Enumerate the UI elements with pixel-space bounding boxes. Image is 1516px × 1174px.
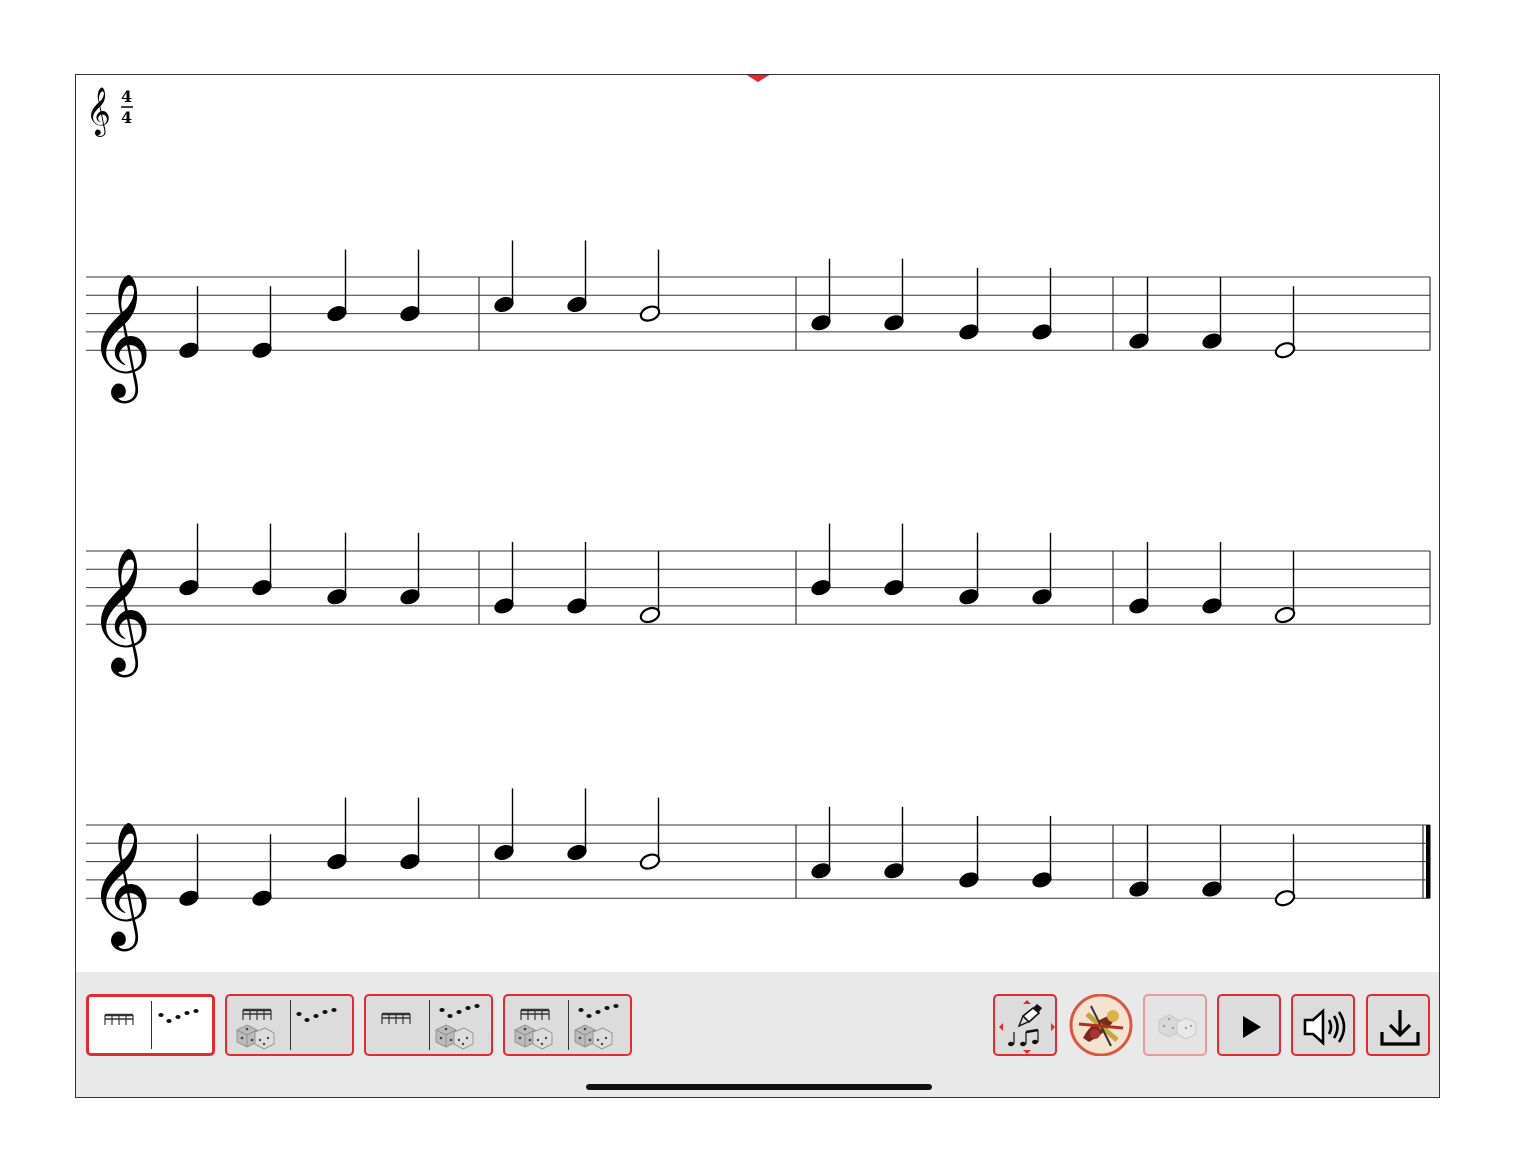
download-button[interactable] — [1366, 994, 1430, 1056]
note[interactable] — [398, 797, 422, 872]
note[interactable] — [957, 532, 981, 607]
instruments-icon — [1069, 994, 1133, 1056]
note[interactable] — [325, 797, 349, 872]
staff-system: 𝄞 — [86, 788, 1431, 951]
note[interactable] — [639, 249, 661, 324]
play-button[interactable] — [1217, 994, 1281, 1056]
note[interactable] — [325, 532, 349, 607]
dice-button[interactable] — [1143, 994, 1207, 1056]
mode-divider — [150, 1001, 152, 1049]
note[interactable] — [1030, 815, 1054, 890]
mode-random-rhythm-button[interactable] — [225, 994, 354, 1056]
compose-button[interactable] — [993, 994, 1057, 1056]
treble-clef-icon: 𝄞 — [88, 547, 152, 677]
treble-clef-icon: 𝄞 — [88, 273, 152, 403]
note[interactable] — [565, 541, 589, 616]
mode-divider — [567, 1000, 569, 1050]
pen-notes-icon — [999, 1000, 1055, 1054]
time-signature-bottom: 4 — [121, 108, 132, 127]
note[interactable] — [957, 267, 981, 342]
note[interactable] — [809, 258, 833, 333]
note[interactable] — [639, 797, 661, 872]
mode-icon — [236, 1008, 337, 1050]
final-barline-thick — [1426, 825, 1431, 899]
mode-random-both-button[interactable] — [503, 994, 632, 1056]
note[interactable] — [492, 788, 516, 862]
header: 𝄞 4 4 — [86, 86, 133, 137]
download-icon — [1380, 1010, 1420, 1046]
mode-icon — [381, 1004, 480, 1050]
instrument-button[interactable] — [1069, 994, 1133, 1056]
mode-random-melody-button[interactable] — [364, 994, 493, 1056]
mode-icon — [104, 1009, 199, 1025]
note[interactable] — [1127, 277, 1151, 351]
note[interactable] — [177, 523, 201, 598]
speaker-icon — [1303, 1008, 1346, 1046]
note[interactable] — [957, 815, 981, 890]
note[interactable] — [1200, 541, 1224, 616]
note[interactable] — [1030, 267, 1054, 342]
note[interactable] — [1274, 834, 1296, 908]
note[interactable] — [398, 532, 422, 607]
app-frame: 𝄞 4 4 𝄞 𝄞 𝄞 — [75, 74, 1440, 1098]
time-signature-top: 4 — [121, 87, 132, 106]
dice-icon — [1158, 1014, 1197, 1040]
note[interactable] — [1200, 825, 1224, 899]
note[interactable] — [250, 834, 274, 908]
note[interactable] — [565, 788, 589, 862]
note[interactable] — [809, 806, 833, 881]
treble-clef-icon: 𝄞 — [86, 86, 111, 137]
staff-systems: 𝄞 𝄞 𝄞 — [86, 240, 1431, 951]
note[interactable] — [882, 258, 906, 333]
note[interactable] — [325, 249, 349, 324]
note[interactable] — [398, 249, 422, 324]
mode-rhythm-melody-button[interactable] — [86, 994, 215, 1056]
note[interactable] — [177, 834, 201, 908]
mode-divider — [289, 1000, 291, 1050]
note[interactable] — [177, 286, 201, 360]
note[interactable] — [809, 523, 833, 598]
staff-system: 𝄞 — [86, 240, 1431, 403]
note[interactable] — [1127, 541, 1151, 616]
note[interactable] — [1274, 286, 1296, 360]
note[interactable] — [1030, 532, 1054, 607]
note[interactable] — [250, 523, 274, 598]
note[interactable] — [882, 523, 906, 598]
note[interactable] — [565, 240, 589, 314]
note[interactable] — [1127, 825, 1151, 899]
sound-button[interactable] — [1291, 994, 1355, 1056]
note[interactable] — [492, 240, 516, 314]
mode-divider — [428, 1000, 430, 1050]
play-icon — [1243, 1016, 1261, 1038]
note[interactable] — [250, 286, 274, 360]
home-indicator[interactable] — [586, 1084, 932, 1090]
mode-icon — [514, 1004, 619, 1050]
note[interactable] — [882, 806, 906, 881]
note[interactable] — [1200, 277, 1224, 351]
note[interactable] — [492, 541, 516, 616]
sheet-music: 𝄞 4 4 𝄞 𝄞 𝄞 — [86, 86, 1431, 951]
treble-clef-icon: 𝄞 — [88, 821, 152, 951]
staff-system: 𝄞 — [86, 523, 1431, 677]
bottom-toolbar — [76, 972, 1439, 1097]
